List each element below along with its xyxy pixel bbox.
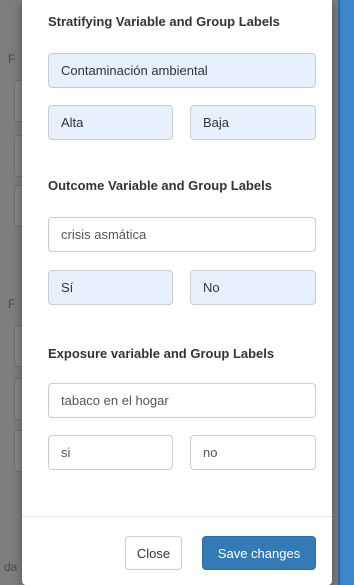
stratifying-group1-input[interactable]: Alta	[48, 105, 173, 140]
exposure-section-title: Exposure variable and Group Labels	[48, 346, 275, 361]
background-label: F	[8, 297, 16, 311]
save-changes-button[interactable]: Save changes	[202, 536, 316, 570]
outcome-section-title: Outcome Variable and Group Labels	[48, 178, 272, 193]
modal-dialog: Stratifying Variable and Group Labels Co…	[22, 0, 332, 585]
stratifying-variable-input[interactable]: Contaminación ambiental	[48, 53, 316, 88]
background-label: F	[8, 52, 16, 66]
exposure-group2-input[interactable]: no	[190, 435, 316, 470]
modal-footer: Close Save changes	[22, 516, 332, 585]
outcome-variable-input[interactable]: crisis asmática	[48, 217, 316, 252]
stratifying-section-title: Stratifying Variable and Group Labels	[48, 14, 280, 29]
outcome-group1-input[interactable]: Sí	[48, 270, 173, 305]
exposure-variable-input[interactable]: tabaco en el hogar	[48, 383, 316, 418]
modal-body: Stratifying Variable and Group Labels Co…	[22, 0, 332, 515]
outcome-group2-input[interactable]: No	[190, 270, 316, 305]
stratifying-group2-input[interactable]: Baja	[190, 105, 316, 140]
close-button[interactable]: Close	[125, 536, 182, 570]
exposure-group1-input[interactable]: si	[48, 435, 173, 470]
background-label: da	[4, 560, 18, 574]
background-scroll-strip	[338, 0, 354, 585]
